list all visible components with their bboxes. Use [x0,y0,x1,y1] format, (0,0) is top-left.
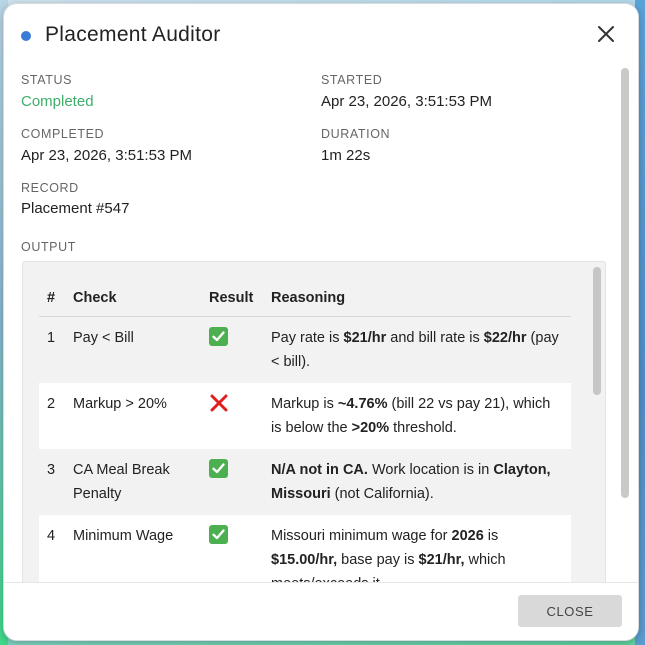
reasoning-emphasis: 2026 [451,527,484,544]
duration-value: 1m 22s [321,147,371,164]
dialog-scrollbar[interactable] [621,68,629,498]
check-pass-icon [209,326,228,346]
reasoning-text: is [483,527,499,544]
completed-value: Apr 23, 2026, 3:51:53 PM [21,147,192,164]
reasoning-cell: N/A not in CA. Work location is in Clayt… [267,449,571,515]
reasoning-text: (not California). [330,485,434,502]
row-number: 3 [47,461,56,478]
reasoning-emphasis: >20% [351,419,390,436]
table-row: 2 Markup > 20% Markup is ~4.76% (bill 22 v… [39,382,571,449]
started-label: STARTED [321,73,383,87]
table-row: 3 CA Meal Break Penalty N/A not in CA. Wor… [39,449,571,515]
reasoning-text: and bill rate is [386,329,484,346]
reasoning-text: Markup is [271,395,338,412]
dialog-header: Placement Auditor [4,4,638,66]
dialog-title: Placement Auditor [45,23,221,46]
reasoning-text: Pay rate is [271,329,344,346]
duration-label: DURATION [321,127,391,141]
check-name: Markup > 20% [69,382,205,449]
reasoning-cell: Pay rate is $21/hr and bill rate is $22/… [267,316,571,383]
reasoning-text: Missouri minimum wage for [271,527,452,544]
dialog-footer: CLOSE [4,582,638,640]
reasoning-text: base pay is [337,551,419,568]
reasoning-emphasis: $15.00/hr, [271,551,338,568]
check-pass-icon [209,524,228,544]
status-dot-icon [21,31,31,41]
checks-table: # Check Result Reasoning 1 Pay < Bill Pay … [39,280,571,582]
started-value: Apr 23, 2026, 3:51:53 PM [321,93,492,110]
result-cell [205,514,267,582]
reasoning-emphasis: N/A not in CA. [271,461,368,478]
output-scrollbar[interactable] [593,267,601,395]
placement-auditor-dialog: Placement Auditor STATUS Completed START… [3,3,639,641]
output-panel[interactable]: # Check Result Reasoning 1 Pay < Bill Pay … [22,261,606,582]
header-reasoning: Reasoning [267,280,571,317]
table-header-row: # Check Result Reasoning [39,280,571,317]
reasoning-text: Work location is in [367,461,494,478]
result-cell [205,449,267,515]
close-icon[interactable] [596,24,616,44]
check-pass-icon [209,458,228,478]
reasoning-emphasis: $21/hr [343,329,387,346]
reasoning-text: threshold. [389,419,457,436]
reasoning-emphasis: $22/hr [483,329,527,346]
check-name: CA Meal Break Penalty [73,461,170,502]
header-result: Result [205,280,267,317]
result-cell [205,316,267,383]
check-name: Pay < Bill [73,329,134,346]
header-check: Check [69,280,205,317]
dialog-body[interactable]: STATUS Completed STARTED Apr 23, 2026, 3… [4,66,638,582]
reasoning-cell: Markup is ~4.76% (bill 22 vs pay 21), wh… [267,382,571,449]
status-value: Completed [21,93,94,110]
status-label: STATUS [21,73,73,87]
record-value: Placement #547 [21,200,130,217]
result-cell [205,382,267,449]
completed-label: COMPLETED [21,127,105,141]
record-label: RECORD [21,181,79,195]
row-number: 4 [39,514,69,582]
close-button[interactable]: CLOSE [518,595,622,627]
reasoning-cell: Missouri minimum wage for 2026 is $15.00… [267,514,571,582]
reasoning-emphasis: ~4.76% [337,395,388,412]
table-row: 1 Pay < Bill Pay rate is $21/hr and bill r… [39,316,571,383]
check-name: Minimum Wage [69,514,205,582]
table-row: 4 Minimum Wage Missouri minimum wage for 2… [39,514,571,582]
header-num: # [39,280,69,317]
check-fail-icon [209,393,229,413]
row-number: 1 [47,329,56,346]
row-number: 2 [39,382,69,449]
output-label: OUTPUT [21,240,76,254]
reasoning-emphasis: $21/hr, [418,551,465,568]
